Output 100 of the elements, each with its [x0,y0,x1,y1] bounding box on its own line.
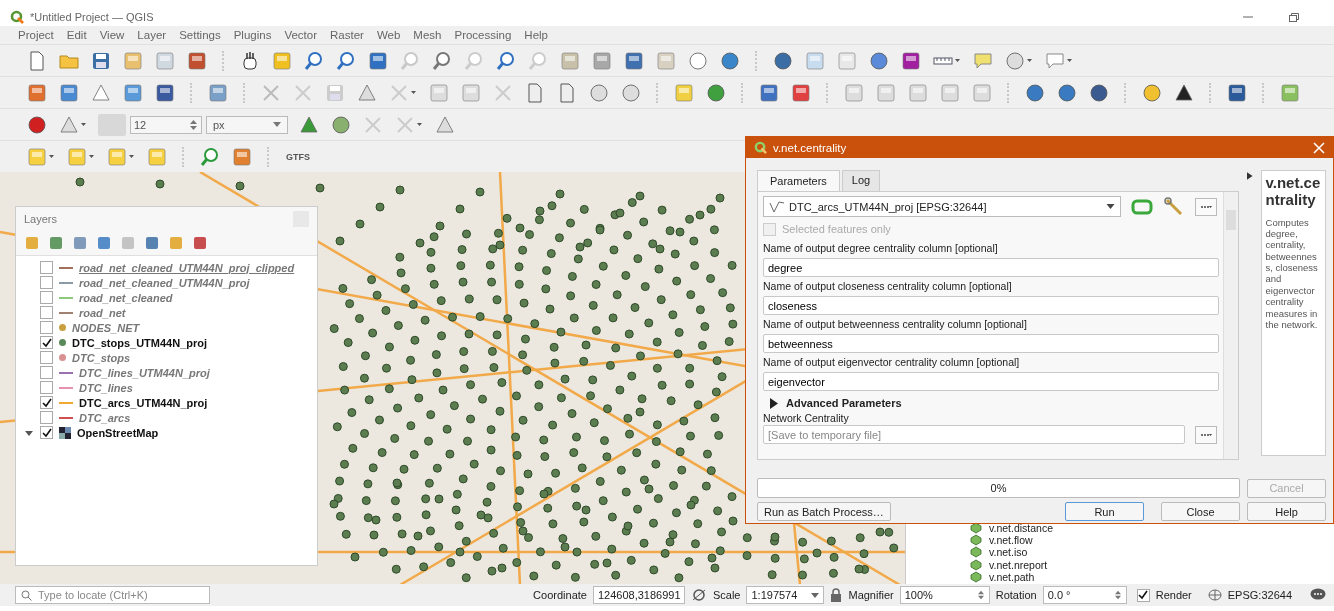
layer-checkbox[interactable] [40,426,53,439]
algorithm-name[interactable]: v.net.path [989,570,1035,583]
zoom-out-icon[interactable] [335,49,357,72]
extents-toggle-icon[interactable] [690,588,707,602]
menu-item[interactable]: Help [524,29,548,41]
layer-name[interactable]: DTC_stops_UTM44N_proj [72,336,208,349]
field-label: Name of output betweenness centrality column [optional] [763,318,1028,331]
menu-item[interactable]: Mesh [413,29,442,41]
collapse-help-icon[interactable] [1247,172,1253,180]
dialog-title: v.net.centrality [773,141,847,154]
layer-checkbox[interactable] [40,351,53,364]
layer-name[interactable]: DTC_lines [79,381,133,394]
messages-icon[interactable] [1310,588,1326,602]
coordinate-field[interactable]: 124608,3186991 [592,586,685,604]
menu-item[interactable]: Layer [137,29,167,41]
output-file-field[interactable]: [Save to temporary file] [763,425,1185,444]
menu-item[interactable]: Raster [330,29,364,41]
zoom-in-icon[interactable] [303,49,325,72]
layer-name[interactable]: DTC_arcs_UTM44N_proj [79,396,208,409]
algorithm-name[interactable]: v.net.distance [989,522,1053,535]
crs-button[interactable]: EPSG:32644 [1227,589,1292,601]
layer-name[interactable]: OpenStreetMap [77,426,159,439]
input-layer-combo[interactable]: DTC_arcs_UTM44N_proj [EPSG:32644] [763,196,1121,217]
zoom-native-icon[interactable] [463,49,485,72]
rotation-spinbox[interactable]: 0.0 ° [1042,586,1127,604]
layer-checkbox[interactable] [40,366,53,379]
input-field[interactable]: degree [763,258,1219,277]
browse-button[interactable] [1195,197,1217,216]
panel-title: Layers [24,213,58,225]
layer-name[interactable]: road_net_cleaned_UTM44N_proj_clipped [79,261,295,274]
menu-item[interactable]: Edit [66,29,87,41]
globe-icon[interactable] [1207,589,1222,601]
scrollbar[interactable] [1223,192,1238,459]
expand-caret-icon[interactable] [25,428,33,437]
locate-icon[interactable] [199,145,221,168]
magnifier-label: Magnifier [848,589,894,601]
layer-checkbox[interactable] [40,411,53,424]
advanced-parameters-toggle[interactable]: Advanced Parameters [769,397,1219,409]
spin-arrows-icon[interactable] [976,589,985,601]
wrench-icon[interactable] [1163,196,1185,217]
zoom-to-layer-icon[interactable] [431,49,453,72]
render-checkbox[interactable] [1136,588,1150,602]
layer-name[interactable]: road_net [79,306,126,319]
gtfs-plugin-button[interactable]: GTFS [284,149,312,164]
search-icon [21,590,32,601]
magnifier-spinbox[interactable]: 100% [899,586,990,604]
layer-checkbox[interactable] [40,336,53,349]
locator-search-field[interactable]: Type to locate (Ctrl+K) [15,586,210,604]
layer-checkbox[interactable] [40,261,53,274]
menu-item[interactable]: Project [18,29,54,41]
spin-arrows-icon[interactable] [189,117,198,132]
menu-item[interactable]: View [99,29,125,41]
dialog-button[interactable]: Help [1247,502,1326,521]
menu-item[interactable]: Plugins [233,29,272,41]
layer-name[interactable]: NODES_NET [72,321,140,334]
close-icon[interactable] [1313,141,1325,154]
input-field[interactable]: closeness [763,296,1219,315]
zoom-to-selection-icon[interactable] [399,49,421,72]
layer-name[interactable]: road_net_cleaned [79,291,173,304]
layer-checkbox[interactable] [40,321,53,334]
dialog-button[interactable]: Close [1161,502,1240,521]
menu-item[interactable]: Web [376,29,401,41]
browse-button[interactable] [1195,425,1217,444]
dialog-button[interactable]: Run [1065,502,1144,521]
field-label: Name of output closeness centrality column [optional] [763,280,1013,293]
restore-icon[interactable] [1288,12,1300,22]
tab[interactable]: Parameters [757,170,840,191]
grass-algorithm-icon [970,522,982,535]
coordinate-label: Coordinate [533,589,587,601]
layer-checkbox[interactable] [40,306,53,319]
units-dropdown[interactable]: px [206,115,288,134]
menu-item[interactable]: Vector [284,29,317,41]
zoom-next-icon[interactable] [527,49,549,72]
batch-process-button[interactable]: Run as Batch Process… [757,502,891,521]
spin-arrows-icon[interactable] [1113,589,1122,601]
scale-dropdown[interactable]: 1:197574 [746,586,825,604]
layer-name[interactable]: DTC_stops [72,351,131,364]
layer-checkbox[interactable] [40,396,53,409]
algorithm-name[interactable]: v.net.iso [989,546,1028,559]
layer-name[interactable]: road_net_cleaned_UTM44N_proj [79,276,250,289]
layer-name[interactable]: DTC_arcs [79,411,131,424]
tab[interactable]: Log [841,170,881,191]
layer-checkbox[interactable] [40,291,53,304]
render-label: Render [1155,589,1192,601]
layer-name[interactable]: DTC_lines_UTM44N_proj [79,366,210,379]
layer-checkbox[interactable] [40,276,53,289]
input-field[interactable]: eigenvector [763,372,1219,391]
zoom-last-icon[interactable] [495,49,517,72]
layer-checkbox[interactable] [40,381,53,394]
input-field[interactable]: betweenness [763,334,1219,353]
grass-algorithm-icon [970,546,982,559]
algorithm-name[interactable]: v.net.flow [989,534,1033,547]
window-title: *Untitled Project — QGIS [30,11,154,23]
lock-icon[interactable] [830,588,843,602]
line-layer-icon [769,200,785,213]
scale-label: Scale [712,589,741,601]
tolerance-spinbox[interactable]: 12 [130,115,202,134]
menu-item[interactable]: Settings [179,29,221,41]
algorithm-name[interactable]: v.net.nreport [989,558,1048,571]
menu-item[interactable]: Processing [454,29,512,41]
